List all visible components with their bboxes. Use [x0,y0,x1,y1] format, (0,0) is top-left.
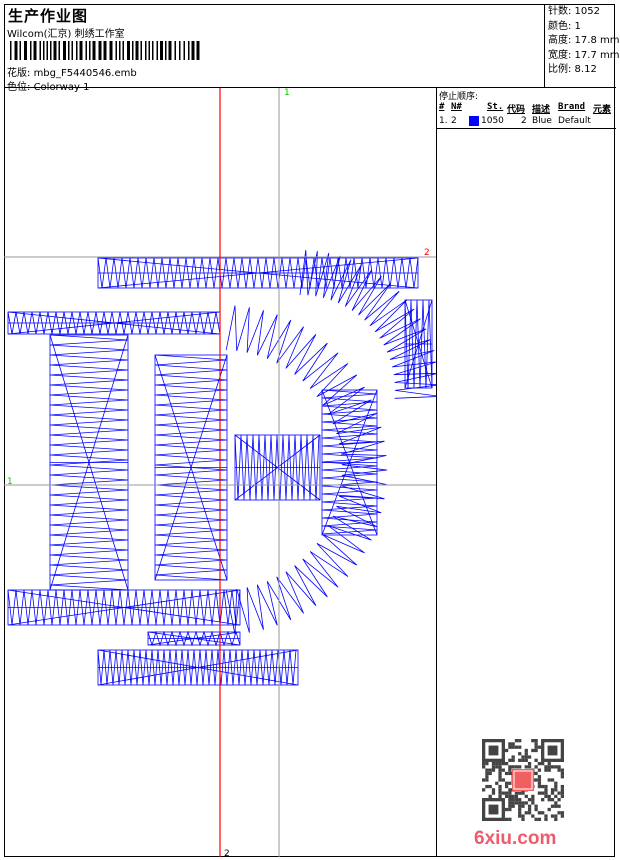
stop-sequence-caption: 停止顺序: [439,92,479,102]
d-inner-stem-underlay [154,354,228,581]
marker-top-1: 1 [284,88,290,98]
underline-small-underlay [147,631,241,646]
row-index: 1. [439,116,448,126]
design-canvas: 1 1 2 2 [4,88,436,857]
col-description: 描述 [532,105,551,115]
col-index: # [439,102,445,112]
d-bottom-serif-underlay [7,589,241,626]
page-title: 生产作业图 [8,7,89,25]
col-stitches: St. [487,102,504,112]
stitch-group [7,250,436,686]
row-stitches: 1050 [481,116,504,126]
design-info: 针数: 1052 颜色: 1 高度: 17.8 mm 宽度: 17.7 mm 比… [544,4,620,88]
design-height: 高度: 17.8 mm [548,35,620,46]
row-code: 2 [521,116,527,126]
marker-bottom-2: 2 [224,849,230,857]
d-left-stem-underlay [49,334,129,591]
barcode [10,41,200,60]
marker-left-1: 1 [7,477,13,487]
watermark-logo: 6xiu.com [474,828,557,849]
col-needle: N# [451,102,462,112]
d-bowl [225,305,388,635]
marker-right-2: 2 [424,248,430,258]
row-description: Blue [532,116,552,126]
color-count: 颜色: 1 [548,20,581,32]
underline-bar-underlay [97,649,299,686]
header: 生产作业图 Wilcom(汇京) 刺绣工作室 花版: mbg_F5440546.… [4,4,544,93]
crosshairs [4,88,436,857]
row-needle: 2 [451,116,457,126]
qr-stamp [512,769,534,791]
design-file: 花版: mbg_F5440546.emb [7,64,137,79]
embroidery-design: 1 1 2 2 [4,88,436,857]
stop-sequence: 停止顺序: # N# St. 代码 描述 Brand 元素 1. 2 1050 … [437,88,616,129]
stitch-count: 针数: 1052 [548,6,600,17]
design-width: 宽度: 17.7 mm [548,49,620,61]
design-scale: 比例: 8.12 [548,64,597,75]
col-code: 代码 [507,105,526,115]
d-top-serif-underlay [7,311,221,335]
col-brand: Brand [558,102,586,112]
row-brand: Default [558,116,591,126]
color-swatch [469,116,479,126]
company-name: Wilcom(汇京) 刺绣工作室 [7,29,125,40]
qr-code [482,739,564,821]
col-element: 元素 [593,105,612,115]
f-top-serif-underlay [404,299,433,389]
